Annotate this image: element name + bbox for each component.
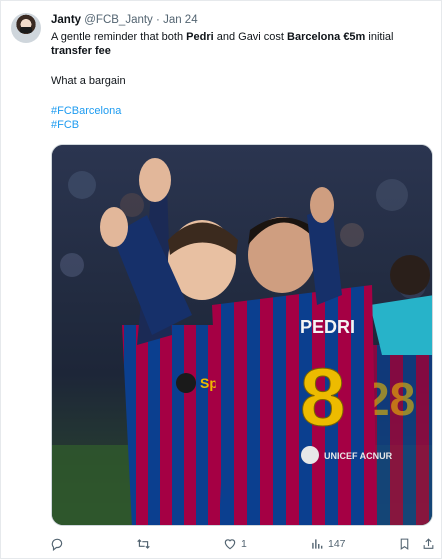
jersey-name: PEDRI — [300, 317, 355, 337]
tweet-text-bold: Pedri — [186, 31, 214, 43]
bookmark-icon — [400, 538, 409, 550]
header-separator: · — [156, 14, 160, 26]
author-handle[interactable]: @FCB_Janty — [84, 14, 153, 26]
reply-button[interactable] — [50, 535, 64, 553]
tweet-text-bold: €5m — [343, 31, 366, 43]
tweet-photo[interactable]: 28 Spotify PEDRI 8 UNICEF ACNUR — [51, 144, 433, 526]
retweet-icon — [137, 539, 150, 549]
tweet-text-bold: transfer fee — [51, 45, 111, 57]
avatar-mask — [20, 27, 32, 33]
tweet-text-line: What a bargain — [51, 75, 126, 87]
tweet-text-part: initial — [365, 31, 394, 43]
share-button[interactable] — [422, 535, 435, 553]
tweet-date[interactable]: Jan 24 — [163, 14, 198, 26]
views-count: 147 — [328, 538, 346, 550]
retweet-button[interactable] — [136, 535, 151, 553]
avatar[interactable] — [11, 13, 41, 43]
like-button[interactable]: 1 — [223, 535, 247, 553]
tweet-header: Janty @FCB_Janty · Jan 24 — [51, 13, 198, 27]
sleeve-text: UNICEF ACNUR — [324, 451, 393, 461]
tweet-text-part: A gentle reminder that both — [51, 31, 187, 43]
tweet-actions: 1 147 — [1, 535, 442, 553]
photo-illustration: 28 Spotify PEDRI 8 UNICEF ACNUR — [52, 145, 432, 525]
heart-icon — [224, 539, 236, 550]
bookmark-button[interactable] — [398, 535, 411, 553]
reply-icon — [51, 538, 63, 551]
hashtag-link[interactable]: #FCBarcelona — [51, 104, 431, 118]
hashtag-link[interactable]: #FCB — [51, 118, 431, 132]
tweet-text: A gentle reminder that both Pedri and Ga… — [51, 30, 431, 132]
tweet-card[interactable]: Janty @FCB_Janty · Jan 24 A gentle remin… — [0, 0, 442, 559]
like-count: 1 — [241, 538, 247, 550]
share-icon — [423, 538, 434, 549]
text-spacer — [51, 58, 431, 74]
text-spacer — [51, 88, 431, 104]
jersey-number: 8 — [300, 352, 346, 443]
views-button[interactable]: 147 — [310, 535, 346, 553]
tweet-text-part: and Gavi cost — [213, 31, 288, 43]
author-name[interactable]: Janty — [51, 14, 81, 26]
views-icon — [312, 539, 323, 549]
tweet-text-bold: Barcelona — [287, 31, 341, 43]
